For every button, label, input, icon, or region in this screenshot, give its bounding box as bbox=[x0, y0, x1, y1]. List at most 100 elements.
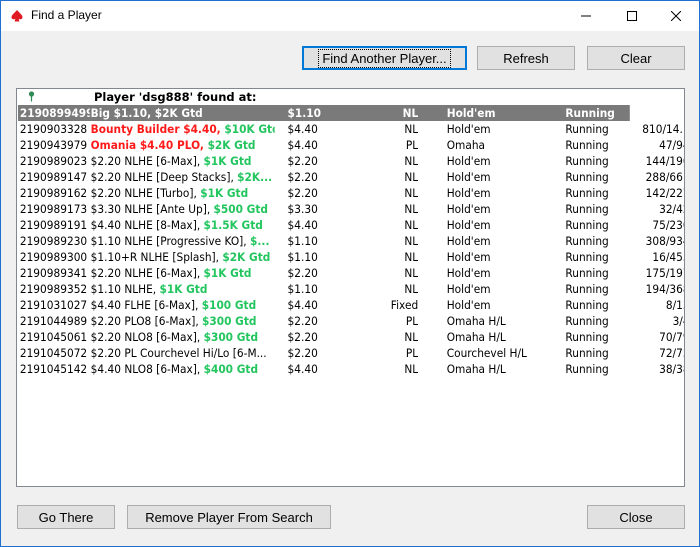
buyin-cell: $3.30 bbox=[287, 202, 318, 216]
table-row[interactable]: 2190943979 Omania $4.40 PLO, $2K Gtd $4.40… bbox=[18, 137, 684, 153]
table-row[interactable]: 2190989191 $4.40 NLHE [8-Max], $1.5K Gtd $… bbox=[18, 217, 684, 233]
results-list[interactable]: Player 'dsg888' found at: 2190899499 Big … bbox=[16, 88, 685, 487]
limit-cell: Fixed bbox=[390, 298, 419, 312]
table-row[interactable]: 2190989230 $1.10 NLHE [Progressive KO], $… bbox=[18, 233, 684, 249]
tournament-id: 2190989173 bbox=[19, 202, 88, 216]
limit-cell: NL bbox=[404, 362, 419, 376]
buyin-cell: $2.20 bbox=[287, 314, 318, 328]
game-cell: Hold'em bbox=[446, 154, 491, 168]
tournament-id: 2190989230 bbox=[19, 234, 88, 248]
table-row[interactable]: 2190989341 $2.20 NLHE [6-Max], $1K Gtd $2.… bbox=[18, 265, 684, 281]
buyin-cell: $2.20 bbox=[287, 154, 318, 168]
table-row[interactable]: 2191045142 $4.40 NLO8 [6-Max], $400 Gtd $4… bbox=[18, 361, 684, 377]
table-row[interactable]: 2190903328 Bounty Builder $4.40, $10K Gtd… bbox=[18, 121, 684, 137]
limit-cell: NL bbox=[404, 218, 419, 232]
refresh-button[interactable]: Refresh bbox=[477, 46, 575, 70]
players-count-cell: 16/455 bbox=[652, 250, 684, 264]
title-bar[interactable]: Find a Player bbox=[1, 1, 699, 31]
close-button[interactable]: Close bbox=[587, 505, 685, 529]
table-row[interactable]: 2191045072 $2.20 PL Courchevel Hi/Lo [6-M… bbox=[18, 345, 684, 361]
maximize-button[interactable] bbox=[609, 1, 655, 31]
game-cell: Hold'em bbox=[446, 106, 496, 120]
table-row[interactable]: 2190989023 $2.20 NLHE [6-Max], $1K Gtd $2.… bbox=[18, 153, 684, 169]
guarantee-text: $1.5K Gtd bbox=[203, 218, 263, 232]
tournament-name: Omania $4.40 PLO, $2K Gtd bbox=[91, 138, 275, 152]
table-row[interactable]: 2191045061 $2.20 NLO8 [6-Max], $300 Gtd $2… bbox=[18, 329, 684, 345]
tournament-id: 2190989023 bbox=[19, 154, 88, 168]
find-another-player-label: Find Another Player... bbox=[318, 48, 451, 68]
clear-button[interactable]: Clear bbox=[587, 46, 685, 70]
players-count-cell: 810/14... bbox=[642, 122, 685, 136]
tournament-id: 2190989191 bbox=[19, 218, 88, 232]
name-text: $2.20 PL Courchevel Hi/Lo [6-M... bbox=[90, 346, 267, 360]
table-row[interactable]: 2190989162 $2.20 NLHE [Turbo], $1K Gtd $2.… bbox=[18, 185, 684, 201]
tournament-name: Bounty Builder $4.40, $10K Gtd bbox=[91, 122, 275, 136]
limit-cell: NL bbox=[404, 234, 419, 248]
buyin-cell: $2.20 bbox=[287, 266, 318, 280]
buyin-cell: $4.40 bbox=[287, 138, 318, 152]
limit-cell: NL bbox=[404, 282, 419, 296]
players-count-cell: 308/934 bbox=[645, 234, 684, 248]
minimize-button[interactable] bbox=[563, 1, 609, 31]
guarantee-text: $1K Gtd bbox=[203, 154, 252, 168]
spade-icon bbox=[11, 10, 23, 22]
game-cell: Hold'em bbox=[446, 266, 491, 280]
guarantee-text: $2K Gtd bbox=[222, 250, 271, 264]
players-count-cell: 3/4 bbox=[672, 314, 684, 328]
close-window-button[interactable] bbox=[653, 1, 699, 31]
buyin-cell: $2.20 bbox=[287, 170, 318, 184]
table-row[interactable]: 2191044989 $2.20 PLO8 [6-Max], $300 Gtd $2… bbox=[18, 313, 684, 329]
guarantee-text: $300 Gtd bbox=[203, 330, 259, 344]
name-text: $2.20 PLO8 [6-Max], bbox=[90, 314, 203, 328]
tournament-id: 2190989300 bbox=[19, 250, 88, 264]
buyin-cell: $1.10 bbox=[287, 282, 318, 296]
table-row[interactable]: 2191031027 $4.40 FLHE [6-Max], $100 Gtd $4… bbox=[18, 297, 684, 313]
results-header: Player 'dsg888' found at: bbox=[17, 89, 684, 105]
buyin-cell: $4.40 bbox=[287, 362, 318, 376]
limit-cell: NL bbox=[404, 330, 419, 344]
table-row[interactable]: 2190899499 Big $1.10, $2K Gtd $1.10 NL Hold'… bbox=[18, 105, 684, 121]
find-player-window: Find a Player Find Another Player... Ref… bbox=[0, 0, 700, 547]
tournament-id: 2191045142 bbox=[19, 362, 88, 376]
limit-cell: NL bbox=[404, 170, 419, 184]
tournament-id: 2190989147 bbox=[19, 170, 88, 184]
players-count-cell: 142/227 bbox=[645, 186, 684, 200]
go-there-button[interactable]: Go There bbox=[17, 505, 115, 529]
tournament-name: $1.10 NLHE [Progressive KO], $... bbox=[91, 234, 275, 248]
players-count-cell: 175/197 bbox=[645, 266, 684, 280]
remove-player-label: Remove Player From Search bbox=[145, 509, 313, 525]
players-count-cell: 32/42 bbox=[659, 202, 684, 216]
game-cell: Hold'em bbox=[446, 282, 491, 296]
game-cell: Omaha H/L bbox=[446, 330, 506, 344]
tournament-name: $1.10+R NLHE [Splash], $2K Gtd bbox=[91, 250, 275, 264]
table-row[interactable]: 2190989300 $1.10+R NLHE [Splash], $2K Gtd… bbox=[18, 249, 684, 265]
limit-cell: NL bbox=[404, 266, 419, 280]
game-cell: Omaha H/L bbox=[446, 362, 506, 376]
buyin-cell: $4.40 bbox=[287, 218, 318, 232]
limit-cell: NL bbox=[404, 202, 419, 216]
guarantee-text: $2K... bbox=[237, 170, 273, 184]
pin-icon bbox=[28, 91, 35, 102]
game-cell: Hold'em bbox=[446, 186, 491, 200]
tournament-id: 2190943979 bbox=[19, 138, 88, 152]
buyin-cell: $1.10 bbox=[287, 106, 322, 120]
buyin-cell: $4.40 bbox=[287, 122, 318, 136]
find-another-player-button[interactable]: Find Another Player... bbox=[302, 46, 467, 70]
players-count-cell: 75/230 bbox=[652, 218, 684, 232]
tournament-id: 2190989352 bbox=[19, 282, 88, 296]
remove-player-button[interactable]: Remove Player From Search bbox=[127, 505, 331, 529]
players-count-cell: 194/368 bbox=[645, 282, 684, 296]
table-row[interactable]: 2190989173 $3.30 NLHE [Ante Up], $500 Gtd… bbox=[18, 201, 684, 217]
table-row[interactable]: 2190989147 $2.20 NLHE [Deep Stacks], $2K.… bbox=[18, 169, 684, 185]
table-row[interactable]: 2190989352 $1.10 NLHE, $1K Gtd $1.10 NL Hold… bbox=[18, 281, 684, 297]
guarantee-text: $1K Gtd bbox=[200, 186, 249, 200]
buyin-cell: $2.20 bbox=[287, 186, 318, 200]
tournament-id: 2191045061 bbox=[19, 330, 88, 344]
players-count-cell: 8/13 bbox=[665, 298, 684, 312]
buyin-cell: $2.20 bbox=[287, 330, 318, 344]
limit-cell: NL bbox=[404, 186, 419, 200]
name-text: Big $1.10, $2K Gtd bbox=[90, 106, 203, 120]
tournament-id: 2190989341 bbox=[19, 266, 88, 280]
tournament-id: 2190903328 bbox=[19, 122, 88, 136]
name-text: $1.10 NLHE, bbox=[90, 282, 160, 296]
